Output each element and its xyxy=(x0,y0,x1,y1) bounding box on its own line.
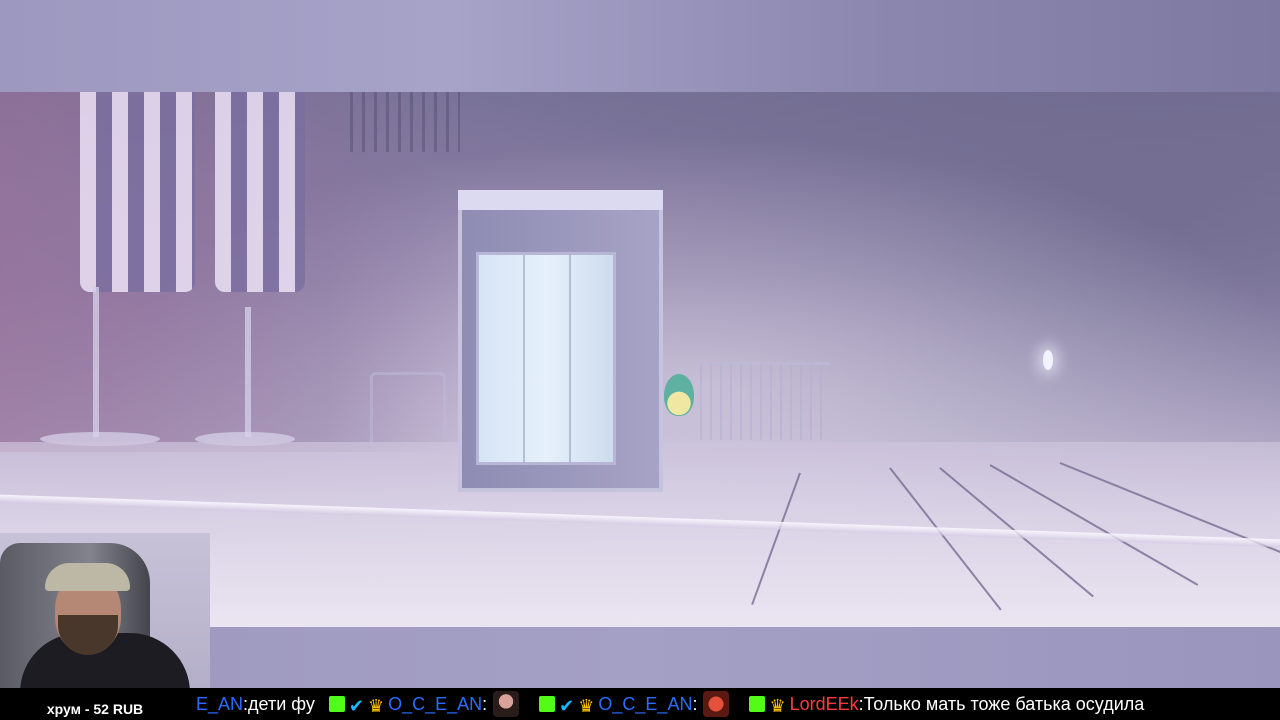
streamer-cap xyxy=(45,563,130,591)
face-emote-icon xyxy=(703,691,730,717)
cabinet-door xyxy=(476,252,616,465)
striped-umbrella xyxy=(80,92,195,292)
door-panel-line xyxy=(523,255,525,462)
crown-icon: ♛ xyxy=(578,696,595,716)
top-letterbox-band xyxy=(0,0,1280,92)
cabinet-top xyxy=(458,190,663,210)
crown-icon: ♛ xyxy=(769,696,786,716)
chat-message-text: дети фу xyxy=(248,693,315,714)
kick-icon xyxy=(749,696,766,712)
chat-message: ♛ LordEEk : Только мать тоже батька осуд… xyxy=(749,693,1145,716)
striped-umbrella xyxy=(215,92,305,292)
bird-character xyxy=(664,374,694,416)
kick-icon xyxy=(328,696,345,712)
deck-plank-line xyxy=(751,472,801,605)
donation-label: хрум - 52 RUB xyxy=(0,698,190,720)
deck-railing xyxy=(700,362,830,440)
umbrella-pole xyxy=(93,287,99,437)
door-panel-line xyxy=(569,255,571,462)
chat-username[interactable]: LordEEk xyxy=(790,694,859,715)
chat-message: ✔ ♛ O_C_E_AN : xyxy=(539,691,735,717)
deck-plank-line xyxy=(889,467,1002,611)
chat-message: E_AN : дети фу xyxy=(196,694,315,715)
chair xyxy=(370,372,446,445)
balcony-railing xyxy=(350,92,460,152)
woman-emote-icon xyxy=(493,691,520,717)
crown-icon: ♛ xyxy=(367,696,385,716)
distant-light xyxy=(1043,350,1053,370)
kick-icon xyxy=(539,696,556,712)
chat-separator: : xyxy=(482,693,488,714)
chat-message-text: Только мать тоже батька осудила xyxy=(863,693,1145,714)
umbrella-pole xyxy=(245,307,251,437)
chat-username[interactable]: O_C_E_AN xyxy=(388,694,482,715)
streamer-webcam xyxy=(0,533,210,698)
deck-plank-line xyxy=(989,464,1199,586)
chat-username[interactable]: O_C_E_AN xyxy=(598,694,692,715)
checkmark-icon: ✔ xyxy=(559,696,575,716)
chat-ticker: E_AN : дети фу ✔ ♛ O_C_E_AN : ✔ ♛ O_C_E_… xyxy=(0,688,1280,720)
chat-message: ✔ ♛ O_C_E_AN : xyxy=(328,691,525,717)
checkmark-icon: ✔ xyxy=(348,696,364,716)
chat-username[interactable]: E_AN xyxy=(196,694,243,715)
chat-separator: : xyxy=(692,693,698,714)
